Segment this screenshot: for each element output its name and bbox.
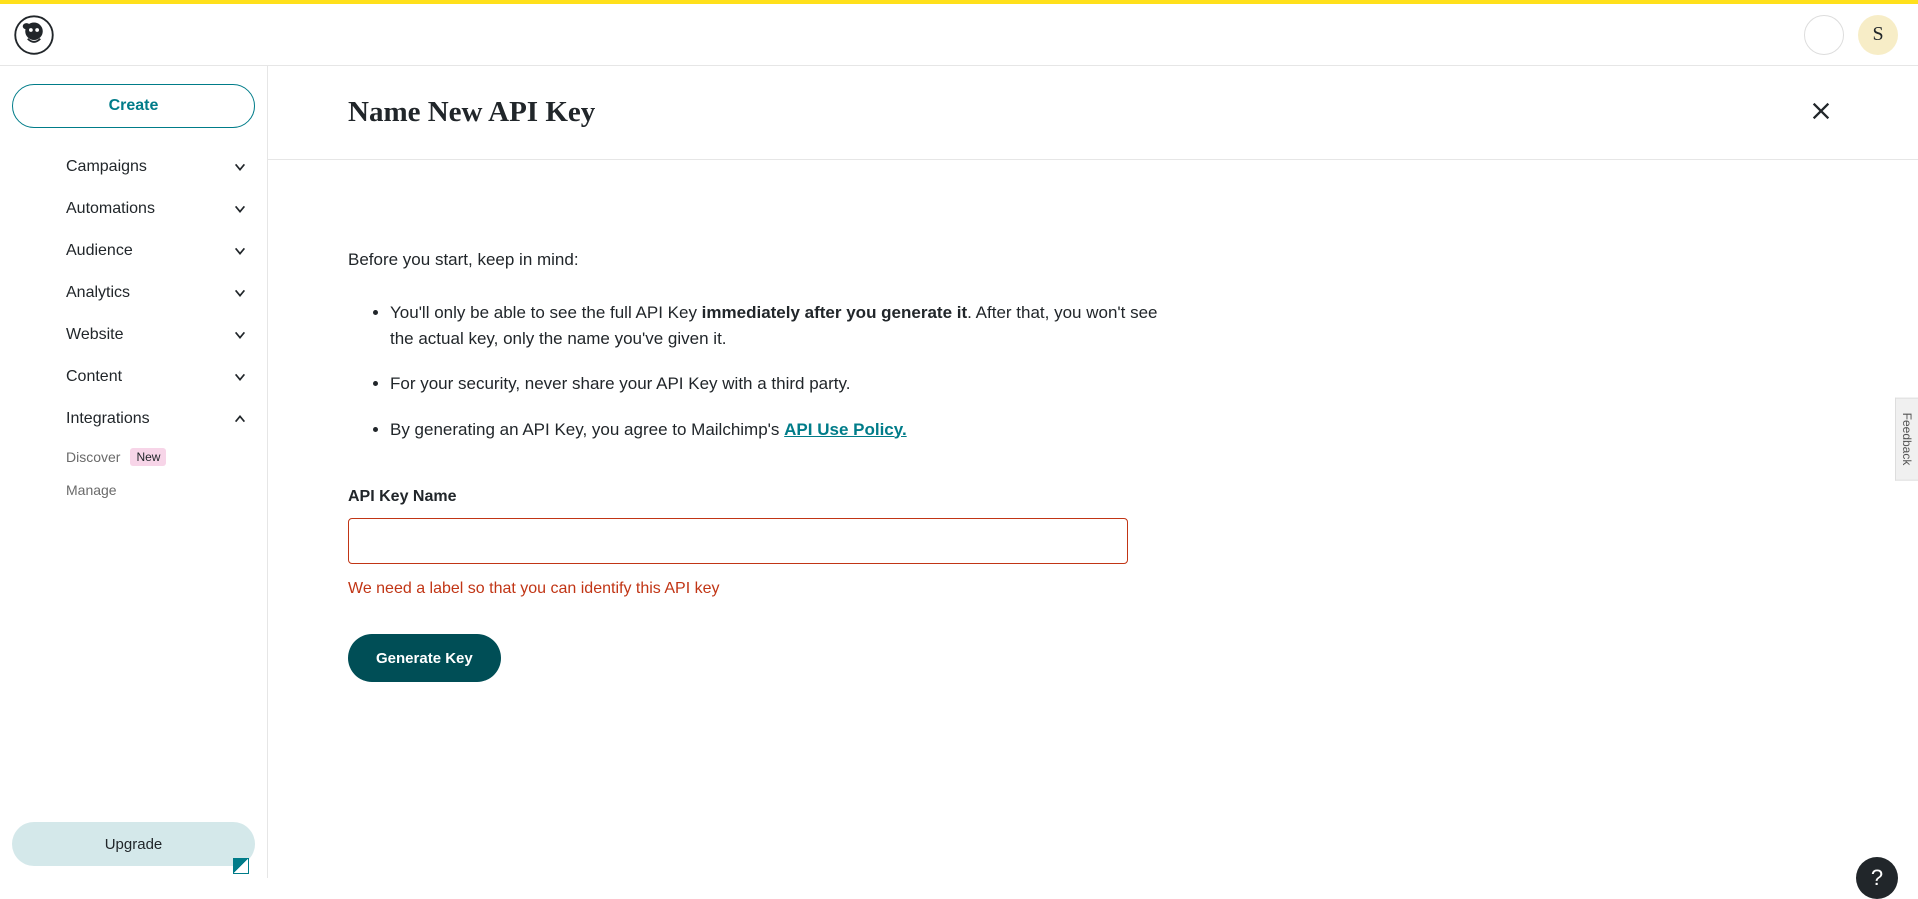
sidebar-item-label: Website [66, 326, 124, 344]
chevron-down-icon [233, 328, 247, 342]
sidebar-sub-manage[interactable]: Manage [0, 474, 267, 506]
sidebar-item-label: Integrations [66, 410, 150, 428]
sidebar-item-website[interactable]: Website [0, 314, 267, 356]
bullet-strong: immediately after you generate it [702, 303, 967, 322]
sidebar-item-campaigns[interactable]: Campaigns [0, 146, 267, 188]
chevron-down-icon [233, 202, 247, 216]
sidebar-item-automations[interactable]: Automations [0, 188, 267, 230]
sidebar-sub-label: Discover [66, 449, 120, 465]
chevron-down-icon [233, 160, 247, 174]
bullet-text: By generating an API Key, you agree to M… [390, 420, 784, 439]
generate-key-button[interactable]: Generate Key [348, 634, 501, 682]
chevron-down-icon [233, 286, 247, 300]
api-key-name-input[interactable] [348, 518, 1128, 564]
notifications-button[interactable] [1804, 15, 1844, 55]
upgrade-button[interactable]: Upgrade [12, 822, 255, 866]
sidebar-item-label: Analytics [66, 284, 130, 302]
sidebar-toggle-icon[interactable] [233, 858, 249, 874]
sidebar-item-label: Audience [66, 242, 133, 260]
close-icon [1810, 100, 1832, 122]
chevron-down-icon [233, 244, 247, 258]
chevron-up-icon [233, 412, 247, 426]
error-message: We need a label so that you can identify… [348, 580, 1438, 598]
sidebar-item-label: Content [66, 368, 122, 386]
bullet-2: For your security, never share your API … [390, 371, 1170, 397]
logo[interactable] [14, 15, 54, 55]
sidebar-item-analytics[interactable]: Analytics [0, 272, 267, 314]
sidebar-item-content[interactable]: Content [0, 356, 267, 398]
close-button[interactable] [1804, 94, 1838, 131]
bullet-1: You'll only be able to see the full API … [390, 300, 1170, 351]
mailchimp-logo-icon [14, 15, 54, 55]
intro-text: Before you start, keep in mind: [348, 250, 1438, 270]
sidebar-item-audience[interactable]: Audience [0, 230, 267, 272]
help-bubble[interactable]: ? [1856, 857, 1898, 899]
sidebar-sub-label: Manage [66, 482, 117, 498]
main: Name New API Key Before you start, keep … [268, 66, 1918, 878]
avatar-initial: S [1872, 23, 1883, 46]
bullet-text: You'll only be able to see the full API … [390, 303, 702, 322]
bullet-3: By generating an API Key, you agree to M… [390, 417, 1170, 443]
sidebar-nav: Campaigns Automations Audience Analytics… [0, 146, 267, 506]
info-bullets: You'll only be able to see the full API … [348, 300, 1438, 442]
sidebar-item-integrations[interactable]: Integrations [0, 398, 267, 440]
api-policy-link[interactable]: API Use Policy. [784, 420, 907, 439]
chevron-down-icon [233, 370, 247, 384]
sidebar: Create Campaigns Automations Audience An… [0, 66, 268, 878]
create-button[interactable]: Create [12, 84, 255, 128]
feedback-tab[interactable]: Feedback [1895, 398, 1918, 481]
topbar-right: S [1804, 15, 1898, 55]
page-title: Name New API Key [348, 96, 595, 129]
new-badge: New [130, 448, 166, 466]
sidebar-sub-discover[interactable]: Discover New [0, 440, 267, 474]
topbar: S [0, 4, 1918, 66]
main-header: Name New API Key [268, 66, 1918, 160]
sidebar-item-label: Automations [66, 200, 155, 218]
upgrade-wrap: Upgrade [0, 810, 267, 878]
help-icon: ? [1871, 865, 1883, 891]
sidebar-item-label: Campaigns [66, 158, 147, 176]
api-key-name-label: API Key Name [348, 488, 1438, 506]
content: Before you start, keep in mind: You'll o… [268, 160, 1518, 722]
avatar[interactable]: S [1858, 15, 1898, 55]
